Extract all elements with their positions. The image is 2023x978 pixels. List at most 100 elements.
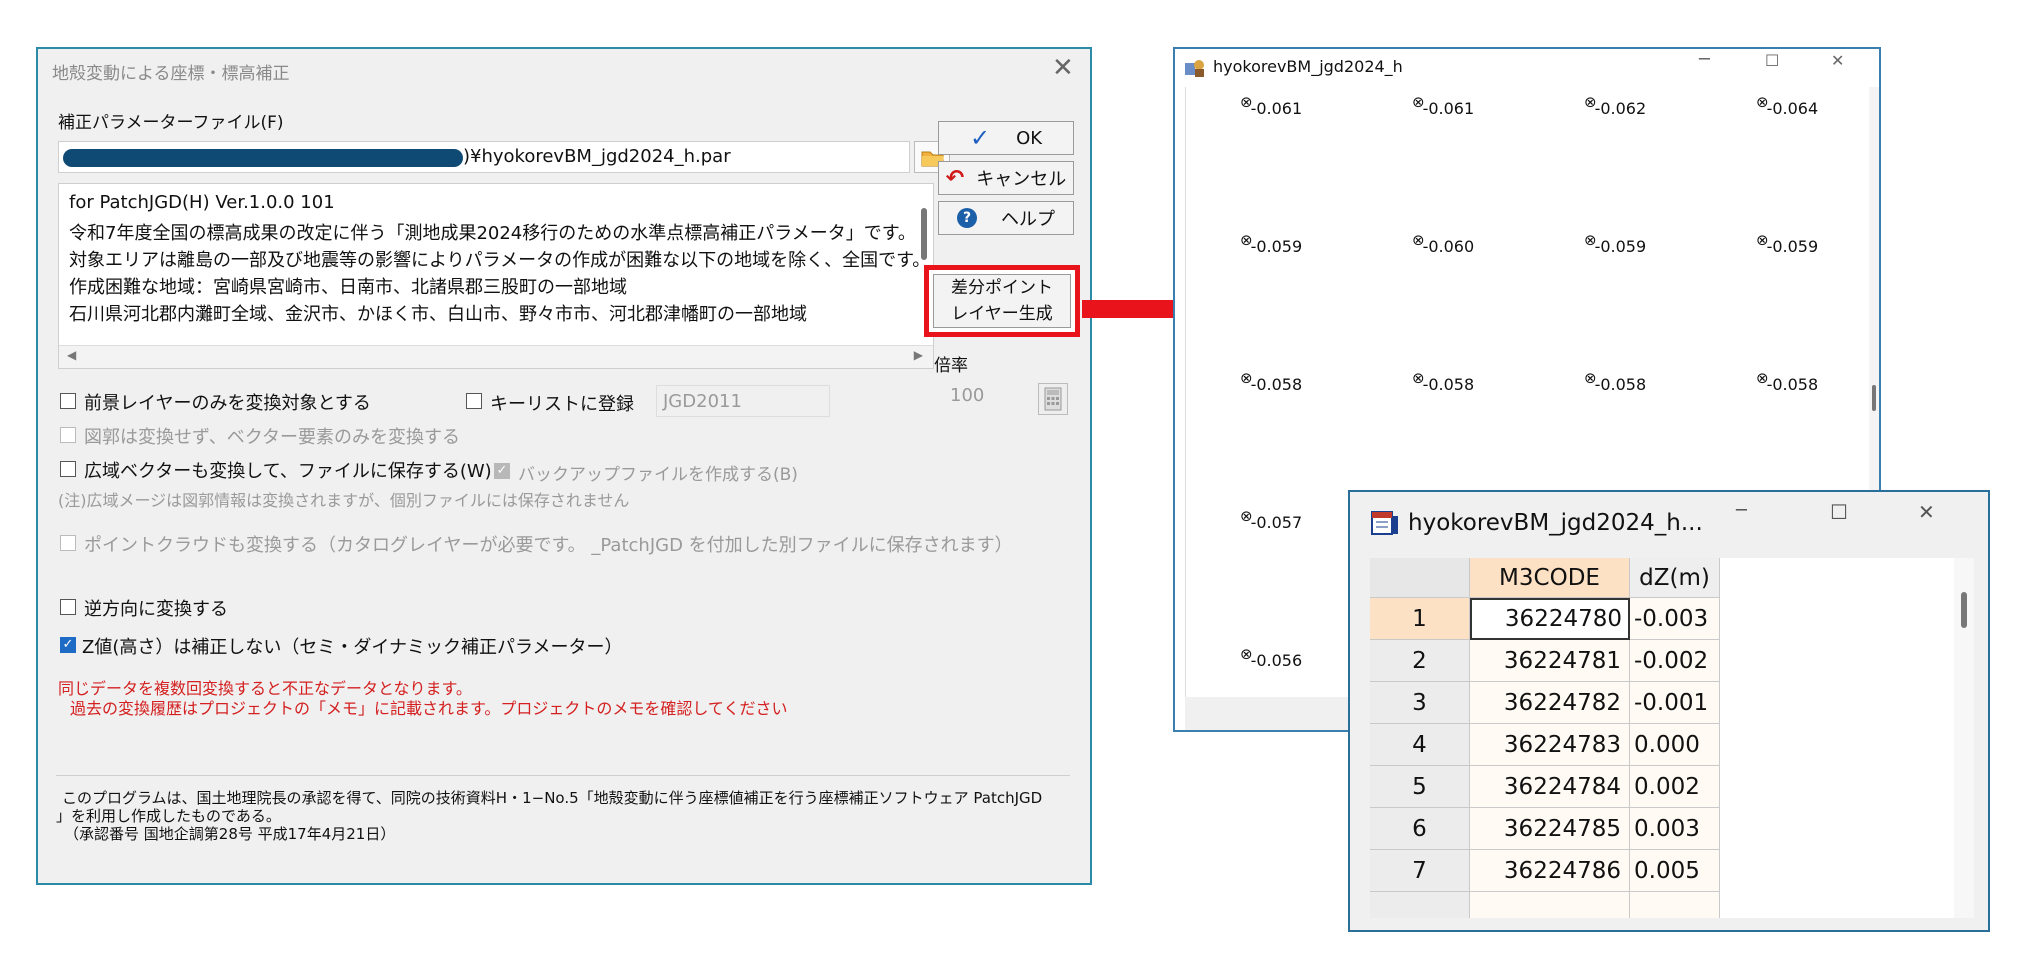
table-cell-dz[interactable]: -0.002 xyxy=(1630,640,1720,682)
close-icon[interactable]: ✕ xyxy=(1918,500,1935,524)
map-point[interactable]: ⊗-0.058 xyxy=(1412,369,1474,394)
point-cloud-checkbox[interactable] xyxy=(60,535,76,551)
row-header[interactable]: 5 xyxy=(1370,766,1470,808)
table-app-icon xyxy=(1371,511,1398,535)
maximize-icon[interactable]: ☐ xyxy=(1765,51,1779,70)
description-area[interactable]: for PatchJGD(H) Ver.1.0.0 101 令和7年度全国の標高… xyxy=(58,183,934,369)
table-cell-dz[interactable]: -0.001 xyxy=(1630,682,1720,724)
foreground-only-checkbox[interactable] xyxy=(60,393,76,409)
row-header[interactable] xyxy=(1370,892,1470,918)
z-no-correct-label: Z値(高さ）は補正しない（セミ・ダイナミック補正パラメーター） xyxy=(82,637,623,658)
table-cell-code[interactable]: 36224780 xyxy=(1470,598,1630,640)
key-list-checkbox[interactable] xyxy=(466,393,482,409)
table-cell-code[interactable]: 36224786 xyxy=(1470,850,1630,892)
table-window: hyokorevBM_jgd2024_h... ─ ☐ ✕ M3CODE dZ(… xyxy=(1348,490,1990,932)
map-point[interactable]: ⊗-0.058 xyxy=(1240,369,1302,394)
minimize-icon[interactable]: ─ xyxy=(1736,500,1747,521)
desc-line: 対象エリアは離島の一部及び地震等の影響によりパラメータの作成が困難な以下の地域を… xyxy=(69,250,931,271)
ok-button[interactable]: ✓ OK xyxy=(938,121,1074,155)
close-icon[interactable]: ✕ xyxy=(1831,51,1844,70)
cancel-button[interactable]: ↶ キャンセル xyxy=(938,161,1074,195)
map-window-title: hyokorevBM_jgd2024_h xyxy=(1213,57,1403,76)
scale-input[interactable]: 100 xyxy=(944,383,1034,411)
table-cell-dz[interactable]: 0.005 xyxy=(1630,850,1720,892)
table-cell-code[interactable]: 36224782 xyxy=(1470,682,1630,724)
backup-checkbox[interactable]: ✓ xyxy=(494,463,510,479)
vertical-scrollbar-thumb[interactable] xyxy=(921,208,927,260)
row-header[interactable]: 1 xyxy=(1370,598,1470,640)
table-cell-dz[interactable]: 0.003 xyxy=(1630,808,1720,850)
wide-vector-label: 広域ベクターも変換して、ファイルに保存する(W) xyxy=(84,461,492,482)
attribute-grid[interactable]: M3CODE dZ(m) 1 36224780 -0.003 2 3622478… xyxy=(1370,558,1974,918)
table-cell-code[interactable]: 36224785 xyxy=(1470,808,1630,850)
scroll-left-icon[interactable]: ◀ xyxy=(67,348,76,362)
wide-vector-checkbox[interactable] xyxy=(60,461,76,477)
row-header[interactable]: 3 xyxy=(1370,682,1470,724)
grid-vertical-scrollbar[interactable] xyxy=(1954,558,1974,918)
scroll-right-icon[interactable]: ▶ xyxy=(914,348,923,362)
desc-line: 令和7年度全国の標高成果の改定に伴う「測地成果2024移行のための水準点標高補正… xyxy=(69,223,916,244)
backup-label: バックアップファイルを作成する(B) xyxy=(518,465,798,485)
table-cell-code[interactable]: 36224783 xyxy=(1470,724,1630,766)
diff-point-layer-button[interactable]: 差分ポイント レイヤー生成 xyxy=(933,274,1071,328)
table-cell-code[interactable]: 36224781 xyxy=(1470,640,1630,682)
cancel-label: キャンセル xyxy=(976,169,1067,190)
reverse-checkbox[interactable] xyxy=(60,599,76,615)
map-point[interactable]: ⊗-0.057 xyxy=(1240,507,1302,532)
desc-line: 作成困難な地域：宮崎県宮崎市、日南市、北諸県郡三股町の一部地域 xyxy=(69,277,627,298)
close-icon[interactable]: ✕ xyxy=(1052,53,1074,83)
table-cell-dz[interactable] xyxy=(1630,892,1720,918)
row-header[interactable]: 7 xyxy=(1370,850,1470,892)
table-cell-code[interactable]: 36224784 xyxy=(1470,766,1630,808)
table-cell-dz[interactable]: 0.002 xyxy=(1630,766,1720,808)
map-point[interactable]: ⊗-0.058 xyxy=(1756,369,1818,394)
map-point[interactable]: ⊗-0.056 xyxy=(1240,645,1302,670)
row-header[interactable]: 4 xyxy=(1370,724,1470,766)
table-cell-dz[interactable]: -0.003 xyxy=(1630,598,1720,640)
z-no-correct-checkbox[interactable]: ✓ xyxy=(60,637,76,653)
column-header-m3code[interactable]: M3CODE xyxy=(1470,558,1630,598)
redacted-path xyxy=(63,149,463,167)
map-point[interactable]: ⊗-0.061 xyxy=(1240,93,1302,118)
point-cloud-label: ポイントクラウドも変換する（カタログレイヤーが必要です。 _PatchJGD を… xyxy=(84,535,1013,556)
calculator-icon xyxy=(1044,387,1062,411)
row-header[interactable]: 6 xyxy=(1370,808,1470,850)
key-list-input[interactable]: JGD2011 xyxy=(656,385,830,417)
map-point[interactable]: ⊗-0.059 xyxy=(1584,231,1646,256)
map-point[interactable]: ⊗-0.059 xyxy=(1756,231,1818,256)
map-point[interactable]: ⊗-0.061 xyxy=(1412,93,1474,118)
desc-line: for PatchJGD(H) Ver.1.0.0 101 xyxy=(69,192,335,213)
vector-only-label: 図郭は変換せず、ベクター要素のみを変換する xyxy=(84,427,461,448)
param-file-value: )¥hyokorevBM_jgd2024_h.par xyxy=(463,146,731,167)
column-header-dz[interactable]: dZ(m) xyxy=(1630,558,1720,598)
calculator-button[interactable] xyxy=(1038,383,1068,415)
dialog-title: 地殻変動による座標・標高補正 xyxy=(52,64,290,84)
table-titlebar: hyokorevBM_jgd2024_h... ─ ☐ ✕ xyxy=(1350,492,1988,544)
help-icon: ? xyxy=(957,208,977,228)
minimize-icon[interactable]: ─ xyxy=(1699,49,1710,70)
vector-only-checkbox[interactable] xyxy=(60,427,76,443)
corner-header xyxy=(1370,558,1470,598)
map-point[interactable]: ⊗-0.059 xyxy=(1240,231,1302,256)
grid-scrollbar-thumb[interactable] xyxy=(1961,592,1967,628)
reverse-label: 逆方向に変換する xyxy=(84,599,228,620)
map-titlebar: hyokorevBM_jgd2024_h ─ ☐ ✕ xyxy=(1175,49,1879,85)
map-point[interactable]: ⊗-0.062 xyxy=(1584,93,1646,118)
horizontal-scrollbar[interactable]: ◀ ▶ xyxy=(59,345,933,368)
scale-label: 倍率 xyxy=(934,356,968,376)
key-list-label: キーリストに登録 xyxy=(490,394,634,415)
table-cell-dz[interactable]: 0.000 xyxy=(1630,724,1720,766)
map-point[interactable]: ⊗-0.064 xyxy=(1756,93,1818,118)
param-file-field[interactable]: )¥hyokorevBM_jgd2024_h.par xyxy=(58,141,910,173)
diff-point-label-1: 差分ポイント xyxy=(951,278,1053,298)
row-header[interactable]: 2 xyxy=(1370,640,1470,682)
map-scrollbar-thumb[interactable] xyxy=(1872,385,1876,411)
table-cell-code[interactable] xyxy=(1470,892,1630,918)
map-point[interactable]: ⊗-0.060 xyxy=(1412,231,1474,256)
map-app-icon xyxy=(1185,60,1204,77)
map-point[interactable]: ⊗-0.058 xyxy=(1584,369,1646,394)
maximize-icon[interactable]: ☐ xyxy=(1830,500,1848,524)
help-button[interactable]: ? ヘルプ xyxy=(938,201,1074,235)
foreground-only-label: 前景レイヤーのみを変換対象とする xyxy=(84,393,371,414)
divider xyxy=(56,775,1070,776)
